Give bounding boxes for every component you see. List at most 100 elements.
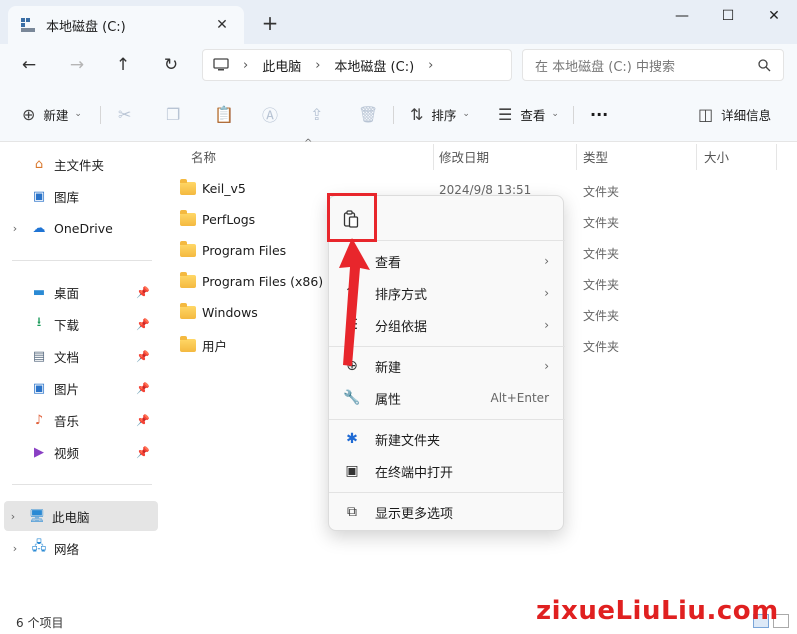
divider [329, 419, 565, 420]
context-item-more-options[interactable]: ⧉ 显示更多选项 [335, 497, 559, 527]
tab-close-icon[interactable]: ✕ [212, 17, 232, 33]
chevron-right-icon[interactable]: › [4, 510, 22, 523]
pin-icon: 📌 [136, 317, 150, 331]
column-header-size[interactable]: 大小 [704, 142, 729, 170]
sidebar-item-pictures[interactable]: ▣ 图片 📌 [6, 373, 156, 403]
context-item-new-folder[interactable]: ✱ 新建文件夹 [335, 424, 559, 454]
tab-title: 本地磁盘 (C:) [46, 19, 126, 35]
pin-icon: 📌 [136, 413, 150, 427]
clipboard-icon: 📋 [214, 104, 234, 124]
wrench-icon: 🔧 [343, 390, 361, 406]
maximize-button[interactable]: ☐ [705, 0, 751, 32]
rename-button[interactable]: Ⓐ [262, 100, 286, 128]
sidebar-item-videos[interactable]: ▶ 视频 📌 [6, 437, 156, 467]
sidebar-item-documents[interactable]: ▤ 文档 📌 [6, 341, 156, 371]
close-window-button[interactable]: ✕ [751, 0, 797, 32]
divider [573, 106, 574, 124]
search-icon [758, 58, 771, 71]
computer-icon [213, 58, 229, 71]
folder-icon [180, 303, 196, 319]
terminal-icon: ▣ [345, 463, 359, 479]
folder-icon [180, 241, 196, 257]
column-header-type[interactable]: 类型 [583, 142, 608, 170]
chevron-right-icon: › [544, 359, 549, 373]
drive-icon [21, 18, 35, 32]
sidebar-item-desktop[interactable]: ▬ 桌面 📌 [6, 277, 156, 307]
copy-button[interactable]: ❐ [166, 100, 188, 128]
chevron-right-icon[interactable]: › [6, 222, 24, 235]
column-header-date[interactable]: 修改日期 [439, 142, 489, 170]
folder-icon [180, 272, 196, 288]
trash-icon: 🗑 [358, 104, 379, 124]
refresh-button[interactable]: ↻ [156, 50, 186, 80]
copy-icon: ❐ [166, 104, 181, 124]
chevron-right-icon: › [544, 254, 549, 268]
divider [576, 144, 577, 170]
new-tab-button[interactable]: + [258, 12, 282, 34]
column-header-name[interactable]: 名称 [191, 142, 216, 170]
share-icon: ⇪ [310, 104, 324, 124]
breadcrumb-this-pc[interactable]: 此电脑 [262, 56, 301, 75]
sort-button[interactable]: ⇅ 排序 ⌄ [410, 100, 470, 128]
plus-circle-icon: ⊕ [22, 104, 36, 124]
chevron-right-icon: › [243, 57, 249, 73]
shortcut-label: Alt+Enter [490, 391, 549, 405]
gallery-icon: ▣ [32, 188, 46, 204]
divider [696, 144, 697, 170]
context-item-properties[interactable]: 🔧 属性 Alt+Enter [335, 383, 559, 413]
scissors-icon: ✂ [118, 104, 132, 124]
watermark: zixueLiuLiu.com [536, 596, 779, 626]
sidebar-item-home[interactable]: ⌂ 主文件夹 [6, 149, 156, 179]
chevron-right-icon[interactable]: › [6, 542, 24, 555]
item-count: 6 个项目 [16, 615, 64, 630]
cut-button[interactable]: ✂ [118, 100, 139, 128]
rename-icon: Ⓐ [262, 106, 279, 125]
download-icon: ⭳ [36, 315, 42, 330]
delete-button[interactable]: 🗑 [358, 100, 386, 128]
more-options-button[interactable]: ··· [590, 100, 608, 128]
sort-up-icon: ^ [304, 138, 313, 149]
home-icon: ⌂ [34, 156, 44, 172]
sidebar-item-network[interactable]: › 🖧 网络 [6, 533, 156, 563]
network-icon: 🖧 [31, 539, 47, 554]
sort-label: 排序 [431, 107, 457, 123]
computer-icon: 🖥 [28, 508, 46, 524]
view-button[interactable]: ☰ 查看 ⌄ [498, 100, 559, 128]
external-icon: ⧉ [347, 504, 357, 520]
sort-icon: ⇅ [410, 104, 424, 124]
sidebar-item-music[interactable]: ♪ 音乐 📌 [6, 405, 156, 435]
folder-icon [180, 179, 196, 195]
desktop-icon: ▬ [32, 284, 46, 300]
folder-icon [180, 336, 196, 352]
navigation-pane: ⌂ 主文件夹 ▣ 图库 › ☁ OneDrive ▬ 桌面 📌 ⭳ 下载 📌 ▤… [0, 142, 160, 610]
paste-button[interactable]: 📋 [214, 100, 242, 128]
chevron-right-icon: › [544, 286, 549, 300]
list-view-icon: ☰ [498, 104, 513, 124]
forward-button[interactable]: → [62, 50, 92, 80]
pin-icon: 📌 [136, 445, 150, 459]
breadcrumb-c-drive[interactable]: 本地磁盘 (C:) [334, 56, 414, 75]
sidebar-item-this-pc[interactable]: › 🖥 此电脑 [4, 501, 158, 531]
search-placeholder: 在 本地磁盘 (C:) 中搜索 [535, 59, 675, 75]
back-button[interactable]: ← [14, 50, 44, 80]
chevron-right-icon: › [428, 57, 434, 73]
chevron-right-icon: › [315, 57, 321, 73]
sidebar-item-downloads[interactable]: ⭳ 下载 📌 [6, 309, 156, 339]
details-pane-button[interactable]: ◫ 详细信息 [698, 100, 771, 128]
up-button[interactable]: ↑ [108, 50, 138, 80]
new-folder-icon: ✱ [346, 431, 358, 447]
sidebar-item-gallery[interactable]: ▣ 图库 [6, 181, 156, 211]
chevron-down-icon: ⌄ [551, 109, 559, 119]
search-input[interactable]: 在 本地磁盘 (C:) 中搜索 [522, 49, 784, 81]
divider [433, 144, 434, 170]
share-button[interactable]: ⇪ [310, 100, 331, 128]
new-button[interactable]: ⊕ 新建 ⌄ [22, 100, 82, 128]
address-bar[interactable]: › 此电脑 › 本地磁盘 (C:) › [202, 49, 512, 81]
pin-icon: 📌 [136, 349, 150, 363]
window-tab[interactable]: 本地磁盘 (C:) ✕ [8, 6, 244, 44]
minimize-button[interactable]: — [659, 0, 705, 32]
context-item-open-terminal[interactable]: ▣ 在终端中打开 [335, 456, 559, 486]
sidebar-item-onedrive[interactable]: › ☁ OneDrive [6, 213, 156, 243]
details-label: 详细信息 [721, 107, 772, 123]
pin-icon: 📌 [136, 285, 150, 299]
